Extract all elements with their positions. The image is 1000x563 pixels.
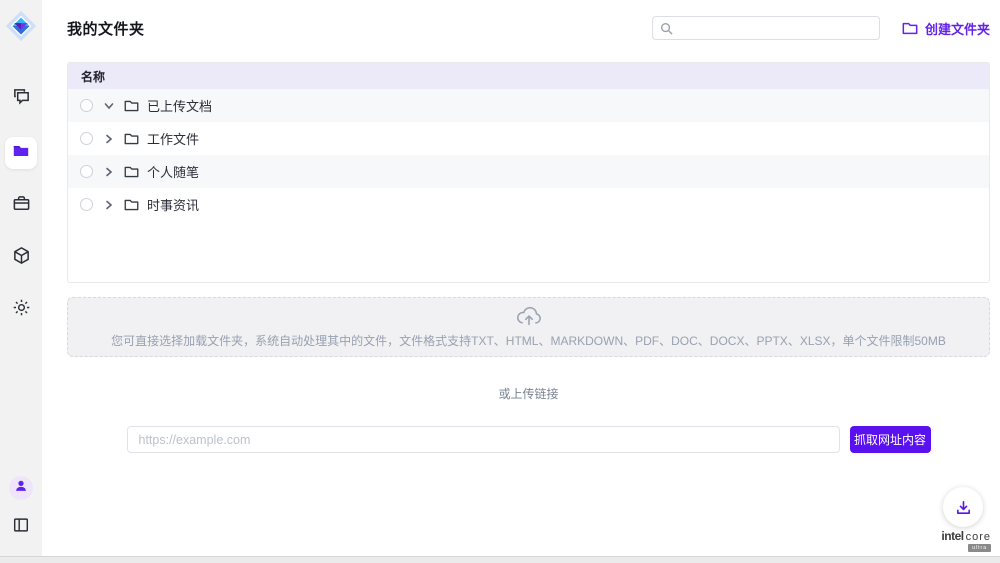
sidebar-item-folders[interactable] <box>5 137 37 169</box>
row-checkbox[interactable] <box>80 165 93 178</box>
collapse-sidebar-button[interactable] <box>6 512 36 542</box>
folder-name: 个人随笔 <box>147 162 199 181</box>
folder-plus-icon <box>902 21 918 36</box>
intel-core-word: core <box>966 531 991 543</box>
row-checkbox[interactable] <box>80 198 93 211</box>
download-fab-button[interactable] <box>943 487 983 527</box>
folder-table: 名称 已上传文档 工作文件 <box>67 62 990 283</box>
row-checkbox[interactable] <box>80 99 93 112</box>
layout-icon <box>12 516 30 539</box>
window-bottom-edge <box>0 556 1000 563</box>
chevron-right-icon[interactable] <box>103 166 115 178</box>
folder-name: 时事资讯 <box>147 195 199 214</box>
or-upload-link-label: 或上传链接 <box>67 385 990 402</box>
chevron-right-icon[interactable] <box>103 199 115 211</box>
download-icon <box>955 499 972 516</box>
user-icon <box>14 479 28 498</box>
sidebar-bottom <box>6 476 36 542</box>
fetch-url-button[interactable]: 抓取网址内容 <box>850 426 931 453</box>
intel-core-logo: intel core ultra <box>941 529 991 552</box>
folder-name: 工作文件 <box>147 129 199 148</box>
table-row[interactable]: 工作文件 <box>68 122 989 155</box>
avatar[interactable] <box>9 476 33 500</box>
topbar: 我的文件夹 创建文件夹 <box>67 0 990 56</box>
search-input[interactable] <box>679 21 872 35</box>
intel-word: intel <box>941 529 963 543</box>
app-logo-icon[interactable] <box>4 9 38 43</box>
folder-icon <box>124 165 139 179</box>
sidebar-item-models[interactable] <box>6 243 36 273</box>
chevron-down-icon[interactable] <box>103 100 115 112</box>
folder-icon <box>12 142 30 165</box>
intel-ultra-badge: ultra <box>968 544 991 552</box>
cube-icon <box>12 246 31 270</box>
folder-icon <box>124 132 139 146</box>
folder-name: 已上传文档 <box>147 96 212 115</box>
sidebar-item-workspace[interactable] <box>6 191 36 221</box>
url-input[interactable] <box>127 426 840 453</box>
page-title: 我的文件夹 <box>67 18 145 39</box>
folder-icon <box>124 198 139 212</box>
upload-dropzone[interactable]: 您可直接选择加载文件夹，系统自动处理其中的文件，文件格式支持TXT、HTML、M… <box>67 297 990 357</box>
cloud-upload-icon <box>516 306 542 328</box>
main-panel: 我的文件夹 创建文件夹 <box>42 0 1000 556</box>
table-row[interactable]: 个人随笔 <box>68 155 989 188</box>
briefcase-icon <box>12 194 31 218</box>
chat-icon <box>12 88 31 112</box>
folder-icon <box>124 99 139 113</box>
sidebar <box>0 0 42 556</box>
upload-hint-text: 您可直接选择加载文件夹，系统自动处理其中的文件，文件格式支持TXT、HTML、M… <box>111 332 946 349</box>
gear-icon <box>12 298 31 322</box>
sidebar-item-settings[interactable] <box>6 295 36 325</box>
table-row[interactable]: 时事资讯 <box>68 188 989 221</box>
sidebar-nav <box>5 85 37 325</box>
search-box[interactable] <box>652 16 880 40</box>
chevron-right-icon[interactable] <box>103 133 115 145</box>
create-folder-button[interactable]: 创建文件夹 <box>902 19 990 38</box>
search-icon <box>660 22 673 35</box>
sidebar-item-chat[interactable] <box>6 85 36 115</box>
url-upload-row: 抓取网址内容 <box>67 426 990 453</box>
row-checkbox[interactable] <box>80 132 93 145</box>
create-folder-label: 创建文件夹 <box>925 19 990 38</box>
name-column-header: 名称 <box>81 68 105 85</box>
table-header: 名称 <box>68 63 989 89</box>
table-row[interactable]: 已上传文档 <box>68 89 989 122</box>
